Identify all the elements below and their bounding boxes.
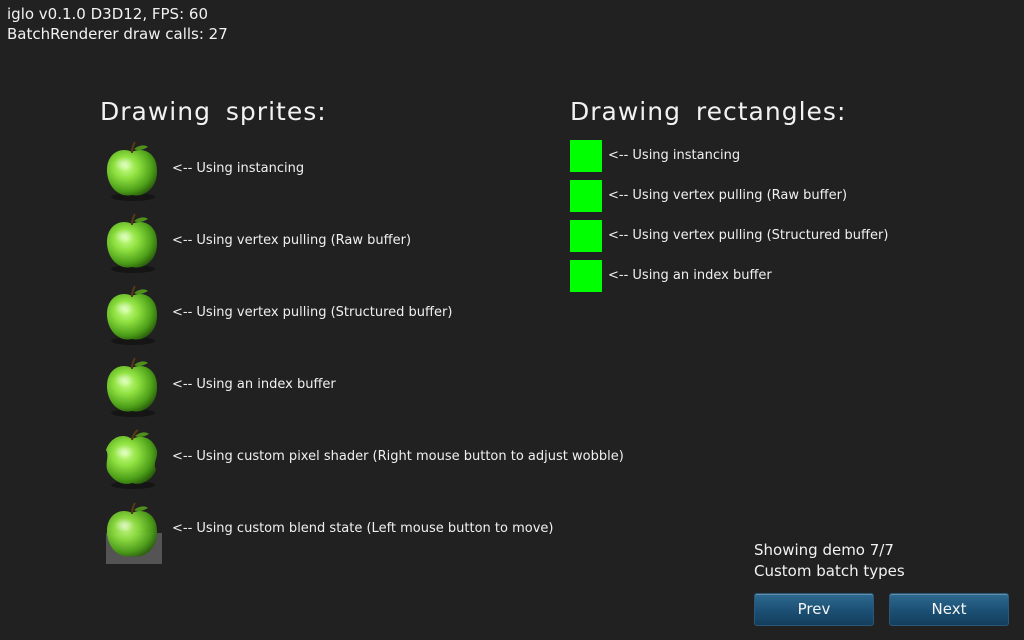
sprite-row-label: <-- Using vertex pulling (Raw buffer) <box>172 233 412 248</box>
next-button[interactable]: Next <box>889 593 1009 626</box>
green-rectangle <box>570 260 602 292</box>
sprite-row-label: <-- Using an index buffer <box>172 377 336 392</box>
rect-row-label: <-- Using vertex pulling (Structured buf… <box>608 228 889 243</box>
rect-row-label: <-- Using an index buffer <box>608 268 772 283</box>
sprite-row-label: <-- Using vertex pulling (Structured buf… <box>172 305 453 320</box>
apple-icon <box>106 213 158 273</box>
hud-overlay: iglo v0.1.0 D3D12, FPS: 60 BatchRenderer… <box>7 4 228 44</box>
version-fps-text: iglo v0.1.0 D3D12, FPS: 60 <box>7 5 208 23</box>
demo-title-text: Custom batch types <box>754 562 905 580</box>
prev-button[interactable]: Prev <box>754 593 874 626</box>
sprite-row-label: <-- Using instancing <box>172 161 305 176</box>
rectangles-heading: Drawing rectangles: <box>570 97 847 126</box>
green-rectangle <box>570 180 602 212</box>
apple-icon <box>106 502 162 564</box>
green-rectangle <box>570 220 602 252</box>
demo-counter-text: Showing demo 7/7 <box>754 541 894 559</box>
apple-icon <box>106 285 158 345</box>
sprites-heading: Drawing sprites: <box>100 97 327 126</box>
demo-info: Showing demo 7/7 Custom batch types <box>754 540 905 582</box>
apple-icon <box>106 357 158 417</box>
rect-row-label: <-- Using instancing <box>608 148 741 163</box>
sprite-row-label: <-- Using custom pixel shader (Right mou… <box>172 449 624 464</box>
sprite-row-label: <-- Using custom blend state (Left mouse… <box>172 521 554 536</box>
apple-icon <box>106 429 158 489</box>
apple-icon <box>106 141 158 201</box>
draw-calls-text: BatchRenderer draw calls: 27 <box>7 25 228 43</box>
rect-row-label: <-- Using vertex pulling (Raw buffer) <box>608 188 848 203</box>
green-rectangle <box>570 140 602 172</box>
